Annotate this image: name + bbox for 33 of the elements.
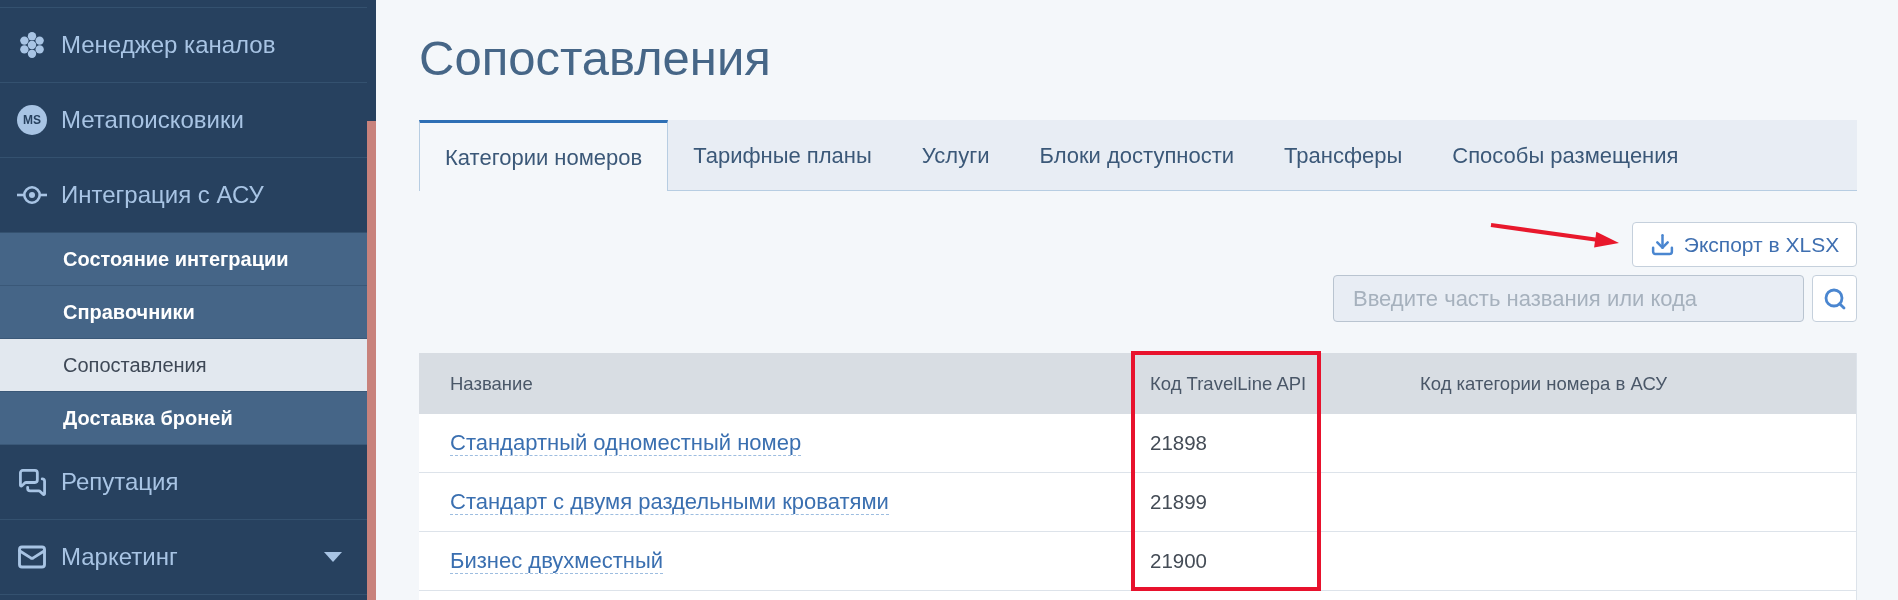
download-icon: [1649, 232, 1675, 257]
export-button[interactable]: Экспорт в XLSX: [1632, 222, 1857, 267]
tab[interactable]: Блоки доступности: [1014, 120, 1260, 190]
tab[interactable]: Трансферы: [1259, 120, 1428, 190]
tab[interactable]: Способы размещения: [1427, 120, 1704, 190]
table-cell: 21898: [1150, 430, 1207, 454]
room-category-link[interactable]: Бизнес двухместный: [450, 547, 664, 574]
column-header: Код TravelLine API: [1150, 372, 1307, 394]
submenu-item[interactable]: Сопоставления: [0, 339, 367, 392]
chat-bubbles-icon: [17, 467, 47, 497]
room-category-link[interactable]: Стандартный одноместный номер: [450, 429, 802, 456]
tab[interactable]: Тарифные планы: [668, 120, 897, 190]
column-header: Код категории номера в АСУ: [1420, 372, 1667, 394]
search-icon: [1822, 286, 1847, 311]
tab[interactable]: Категории номеров: [419, 120, 669, 191]
initials-badge: MS: [17, 105, 47, 135]
table-cell: 21899: [1150, 489, 1207, 513]
submenu-item[interactable]: Состояние интеграции: [0, 233, 367, 286]
scrollbar-thumb[interactable]: [367, 121, 376, 600]
table-cell: 21900: [1150, 548, 1207, 572]
page-title: Сопоставления: [419, 30, 771, 87]
column-header: Название: [450, 372, 533, 394]
sidebar-item[interactable]: Менеджер каналов: [0, 8, 367, 83]
room-category-link[interactable]: Стандарт с двумя раздельными кроватями: [450, 488, 889, 515]
tab[interactable]: Услуги: [896, 120, 1015, 190]
flower-cluster-icon: [19, 32, 45, 58]
submenu-item[interactable]: Справочники: [0, 286, 367, 339]
sidebar-item[interactable]: MS Метапоисковики: [0, 83, 367, 158]
ring-target-icon: [17, 185, 47, 205]
search-field[interactable]: Введите часть названия или кода: [1333, 275, 1804, 322]
submenu-item[interactable]: Доставка броней: [0, 392, 367, 445]
search-button[interactable]: [1812, 275, 1857, 322]
sidebar-item[interactable]: Маркетинг: [0, 520, 367, 595]
